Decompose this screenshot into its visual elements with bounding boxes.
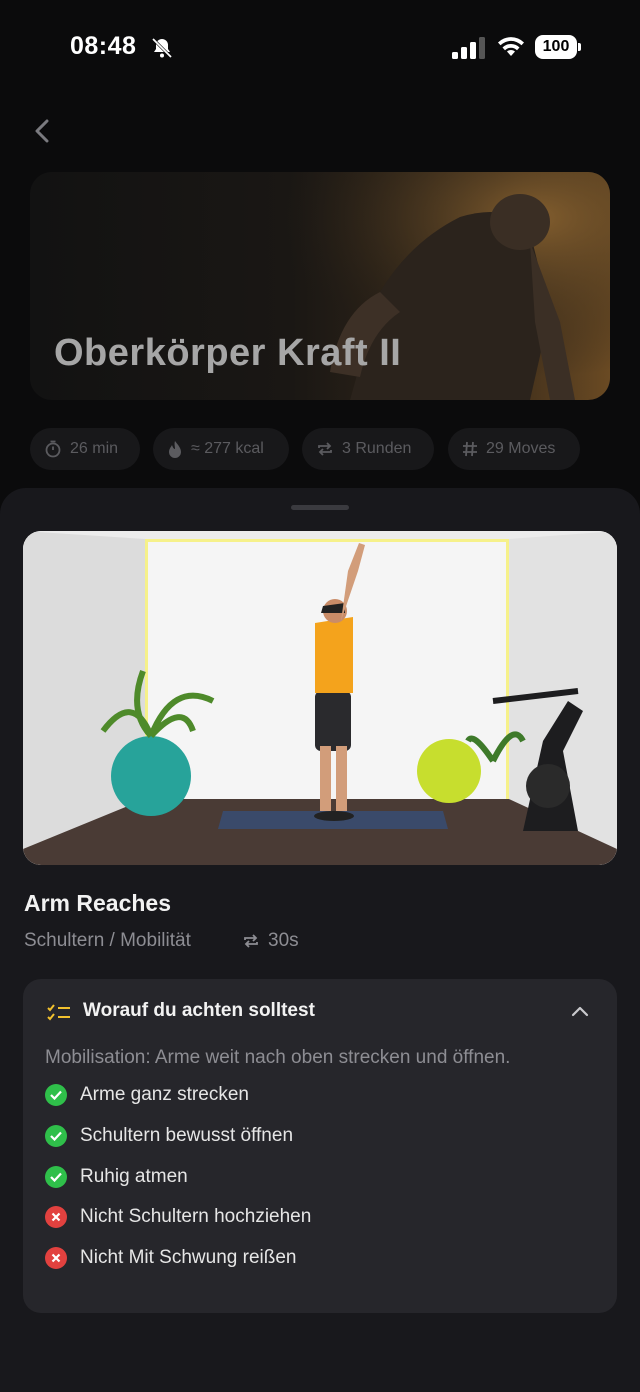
exercise-category: Schultern / Mobilität (24, 930, 191, 951)
back-button[interactable] (26, 114, 60, 148)
chip-rounds-label: 3 Runden (342, 440, 412, 457)
repeat-icon (244, 934, 258, 948)
signal-icon (452, 37, 485, 59)
tip-label: Nicht Mit Schwung reißen (80, 1247, 297, 1268)
tip-item: Nicht Mit Schwung reißen (45, 1245, 296, 1271)
tip-label: Ruhig atmen (80, 1166, 188, 1187)
chip-calories-label: ≈ 277 kcal (191, 440, 264, 457)
tips-description: Mobilisation: Arme weit nach oben streck… (45, 1047, 511, 1068)
exercise-name: Arm Reaches (24, 890, 172, 916)
chip-calories: ≈ 277 kcal (153, 428, 289, 470)
cross-icon (45, 1206, 67, 1228)
wifi-icon (498, 37, 524, 56)
battery-level: 100 (535, 35, 577, 59)
tips-card: Worauf du achten solltest Mobilisation: … (23, 979, 617, 1313)
timer-icon (45, 440, 61, 458)
battery-tip (578, 43, 581, 51)
tip-item: Schultern bewusst öffnen (45, 1123, 293, 1149)
check-icon (45, 1166, 67, 1188)
exercise-detail-sheet: Arm Reaches Schultern / Mobilität 30s Wo… (0, 488, 640, 1392)
tip-label: Arme ganz strecken (80, 1084, 249, 1105)
tip-label: Nicht Schultern hochziehen (80, 1206, 312, 1227)
tip-item: Nicht Schultern hochziehen (45, 1204, 311, 1230)
tip-label: Schultern bewusst öffnen (80, 1125, 294, 1146)
exercise-duration: 30s (268, 930, 299, 951)
workout-title: Oberkörper Kraft II (54, 332, 402, 374)
check-icon (45, 1084, 67, 1106)
chevron-up-icon[interactable] (571, 1005, 589, 1017)
check-icon (45, 1125, 67, 1147)
status-bar: 08:48 100 (0, 0, 640, 96)
chip-rounds: 3 Runden (302, 428, 434, 470)
flame-icon (169, 441, 181, 458)
battery-indicator: 100 (535, 35, 581, 59)
chip-duration: 26 min (30, 428, 140, 470)
workout-hero-image: Oberkörper Kraft II (30, 172, 610, 400)
chip-moves: 29 Moves (448, 428, 580, 470)
workout-stats: 26 min ≈ 277 kcal 3 Runden 29 Moves (30, 428, 610, 470)
tip-item: Ruhig atmen (45, 1164, 188, 1190)
chip-duration-label: 26 min (70, 440, 119, 457)
sheet-grabber[interactable] (291, 505, 349, 510)
chip-moves-label: 29 Moves (486, 440, 556, 457)
repeat-icon (318, 442, 332, 456)
tips-title: Worauf du achten solltest (83, 1000, 315, 1021)
bell-muted-icon (151, 37, 173, 59)
tip-item: Arme ganz strecken (45, 1082, 249, 1108)
cross-icon (45, 1247, 67, 1269)
status-time: 08:48 (70, 32, 137, 60)
checklist-icon (47, 1004, 70, 1021)
exercise-video[interactable] (23, 531, 617, 865)
hash-icon (463, 441, 477, 457)
exercise-video-scene (23, 531, 617, 865)
